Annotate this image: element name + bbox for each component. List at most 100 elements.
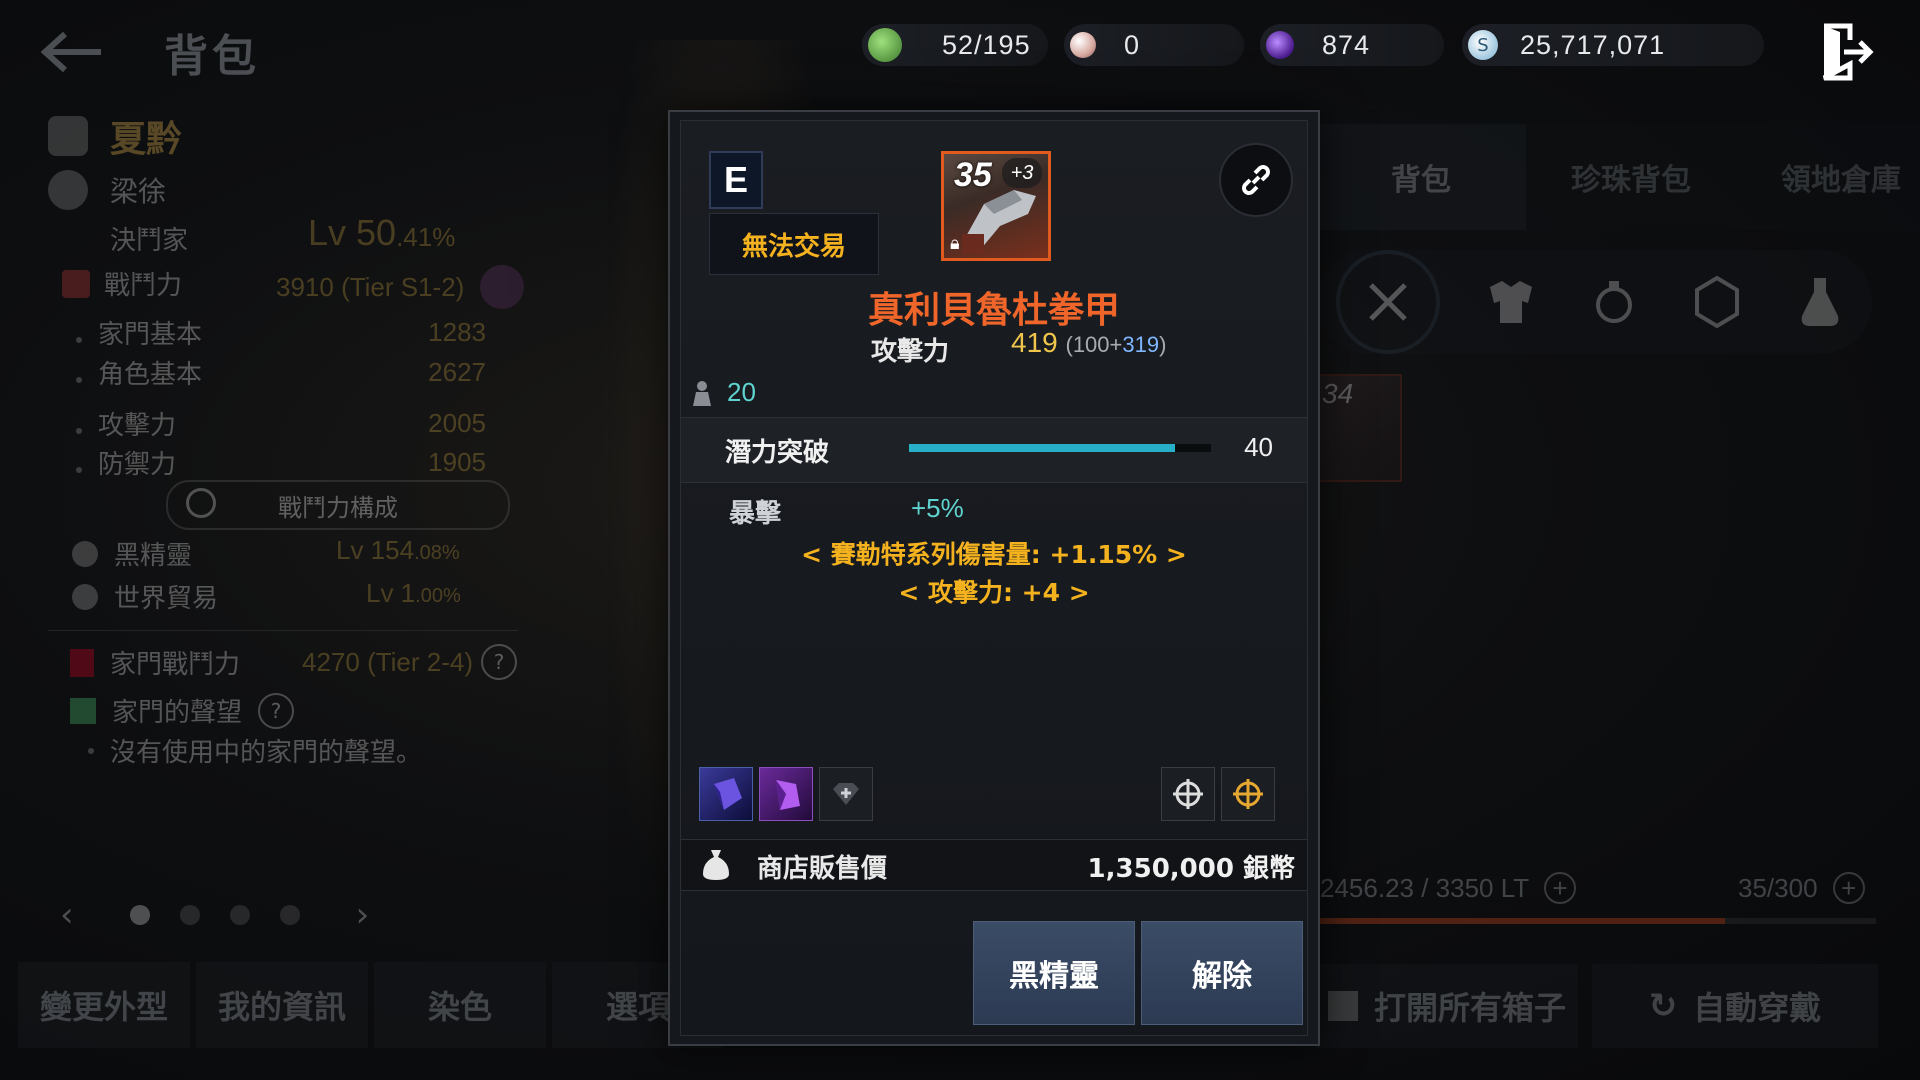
my-info-tab[interactable]: 我的資訊: [196, 962, 368, 1048]
black-spirit-button[interactable]: 黑精靈: [973, 921, 1135, 1025]
weight-text: 2456.23 / 3350 LT +: [1320, 872, 1576, 904]
world-trade-label: 世界貿易: [114, 584, 219, 614]
change-appearance-tab[interactable]: 變更外型: [18, 962, 190, 1048]
purple-crystal-icon: [776, 780, 800, 810]
world-trade-icon: [72, 583, 98, 610]
pearl-icon: [1070, 32, 1096, 58]
accessory-icon[interactable]: [1582, 270, 1646, 334]
crystal-slot-blue[interactable]: [699, 767, 753, 821]
combat-power-value: 3910 (Tier S1-2): [276, 271, 465, 302]
potential-label: 潛力突破: [725, 438, 830, 468]
trade-status-badge: 無法交易: [709, 213, 879, 275]
crystal-slot-purple[interactable]: [759, 767, 813, 821]
open-all-boxes-button[interactable]: 打開所有箱子: [1316, 964, 1578, 1048]
currency-value: 874: [1322, 29, 1371, 60]
purple-orb-icon: [1266, 31, 1294, 59]
no-fame-text: 沒有使用中的家門的聲望。: [110, 738, 423, 768]
add-slot-icon[interactable]: +: [1832, 872, 1865, 904]
back-arrow-icon[interactable]: [40, 20, 104, 84]
add-weight-icon[interactable]: +: [1543, 872, 1576, 904]
family-cp-label: 家門戰鬥力: [110, 650, 241, 680]
character-class: 決鬥家: [110, 226, 189, 256]
inventory-tabs: 背包 珍珠背包 領地倉庫: [1316, 124, 1920, 230]
bottom-tabs: 變更外型 我的資訊 染色 選項: [18, 962, 724, 1048]
page-dot[interactable]: [229, 905, 250, 925]
inventory-slot-item[interactable]: 34: [1316, 374, 1402, 482]
material-icon[interactable]: [1685, 270, 1749, 334]
weapon-icon[interactable]: [1335, 250, 1440, 354]
tab-inventory[interactable]: 背包: [1316, 124, 1526, 230]
tab-storage[interactable]: 領地倉庫: [1736, 124, 1920, 230]
chevron-right-icon[interactable]: ›: [356, 895, 370, 935]
level-requirement-value: 20: [727, 377, 756, 407]
currency-pearl: 0: [1064, 24, 1244, 66]
help-icon[interactable]: ?: [258, 692, 295, 729]
attack-label: 攻擊力: [871, 337, 950, 367]
black-spirit-level: Lv 154: [336, 535, 415, 565]
combat-power-breakdown-button[interactable]: 戰鬥力構成: [166, 480, 510, 530]
sell-price-value: 1,350,000 銀幣: [1087, 854, 1295, 884]
currency-value: 0: [1124, 29, 1141, 60]
crystal-slot-empty[interactable]: [819, 767, 873, 821]
search-icon: [186, 488, 216, 518]
armor-icon[interactable]: [1479, 270, 1543, 334]
attack-value: 419 (100+319): [1011, 327, 1167, 358]
black-spirit-icon: [72, 540, 98, 567]
top-left-bar: 背包: [40, 20, 260, 84]
combat-power-breakdown-label: 戰鬥力構成: [278, 493, 398, 522]
character-name: 梁徐: [110, 175, 167, 208]
crit-label: 暴擊: [729, 499, 782, 529]
stat-row: 角色基本 2627: [76, 354, 486, 391]
dye-tab[interactable]: 染色: [374, 962, 546, 1048]
character-pager: ‹ ›: [60, 895, 369, 935]
item-tooltip-dialog: E 無法交易 35 +3 🔒︎ 真利貝魯杜拳甲 攻擊力 419 (100+319…: [668, 110, 1320, 1046]
lock-icon: 🔒︎: [950, 233, 960, 254]
divider: [48, 630, 518, 631]
currency-value: 25,717,071: [1520, 29, 1666, 60]
add-crystal-icon: [833, 783, 859, 805]
unequip-button[interactable]: 解除: [1141, 921, 1303, 1025]
family-emblem-icon: [1233, 779, 1263, 809]
box-icon: [1327, 991, 1358, 1021]
auto-equip-label: 自動穿戴: [1693, 989, 1822, 1027]
item-icon: 35 +3 🔒︎: [941, 151, 1051, 261]
exit-icon[interactable]: [1816, 22, 1876, 82]
potential-row: 潛力突破 40: [681, 417, 1307, 483]
help-icon[interactable]: ?: [481, 644, 517, 680]
black-spirit-pct: .08%: [414, 542, 460, 564]
crit-value: +5%: [911, 493, 964, 523]
stat-row: 家門基本 1283: [76, 314, 486, 351]
page-dot[interactable]: [129, 905, 150, 925]
enhance-level: 35: [954, 156, 992, 194]
auto-equip-button[interactable]: ↻ 自動穿戴: [1592, 964, 1878, 1048]
combat-power-label: 戰鬥力: [104, 271, 183, 301]
currency-silver: S 25,717,071: [1462, 24, 1764, 66]
currency-purple: 874: [1260, 24, 1444, 66]
item-name: 真利貝魯杜拳甲: [867, 290, 1120, 331]
character-equip-slot[interactable]: [1161, 767, 1215, 821]
chevron-left-icon[interactable]: ‹: [60, 895, 74, 935]
black-spirit-label: 黑精靈: [114, 541, 193, 571]
family-fame-label: 家門的聲望: [112, 698, 243, 728]
family-fame-icon: [70, 697, 96, 724]
currency-weight: 52/195: [862, 24, 1048, 66]
family-equip-slot[interactable]: [1221, 767, 1275, 821]
slot-enhance-label: 34: [1322, 378, 1354, 409]
sell-price-label: 商店販售價: [757, 854, 888, 884]
world-trade-level: Lv 1: [366, 578, 416, 608]
stat-row: 攻擊力 2005: [76, 405, 486, 442]
set-bonus-line: < 賽勒特系列傷害量: +1.15% >: [801, 540, 1187, 569]
level-requirement: 20: [691, 377, 756, 408]
tab-pearl-inventory[interactable]: 珍珠背包: [1526, 124, 1736, 230]
potion-icon[interactable]: [1788, 270, 1852, 334]
person-icon: [693, 380, 711, 406]
character-icon: [48, 170, 88, 210]
item-grade-badge: E: [709, 151, 763, 209]
page-dot[interactable]: [179, 905, 200, 925]
weight-bar: [1316, 918, 1876, 924]
open-all-boxes-label: 打開所有箱子: [1373, 989, 1566, 1027]
potential-value: 40: [1244, 432, 1273, 462]
page-title: 背包: [164, 31, 260, 82]
page-dot[interactable]: [279, 905, 300, 925]
link-button[interactable]: [1219, 143, 1293, 217]
